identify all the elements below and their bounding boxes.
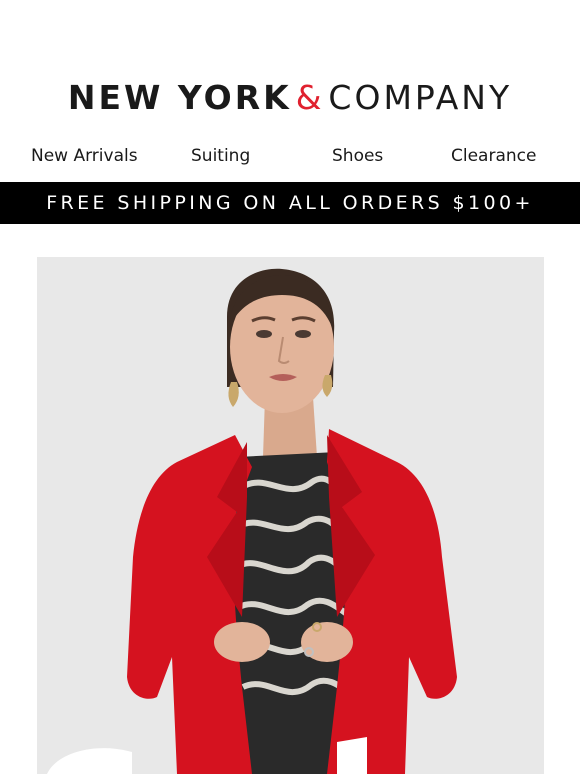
free-shipping-banner[interactable]: FREE SHIPPING ON ALL ORDERS $100+ <box>0 182 580 224</box>
model-in-red-blazer-illustration <box>37 257 544 774</box>
nav-item-clearance[interactable]: Clearance <box>451 146 536 166</box>
main-nav: New Arrivals Suiting Shoes Clearance <box>0 146 580 170</box>
brand-logo[interactable]: NEW YORK & COMPANY <box>0 78 580 117</box>
nav-item-new-arrivals[interactable]: New Arrivals <box>31 146 138 166</box>
hero-image[interactable] <box>37 257 544 774</box>
nav-item-suiting[interactable]: Suiting <box>191 146 250 166</box>
brand-name-light: COMPANY <box>328 78 513 117</box>
brand-name-bold: NEW YORK <box>67 78 292 117</box>
brand-ampersand: & <box>295 78 325 117</box>
nav-item-shoes[interactable]: Shoes <box>332 146 383 166</box>
